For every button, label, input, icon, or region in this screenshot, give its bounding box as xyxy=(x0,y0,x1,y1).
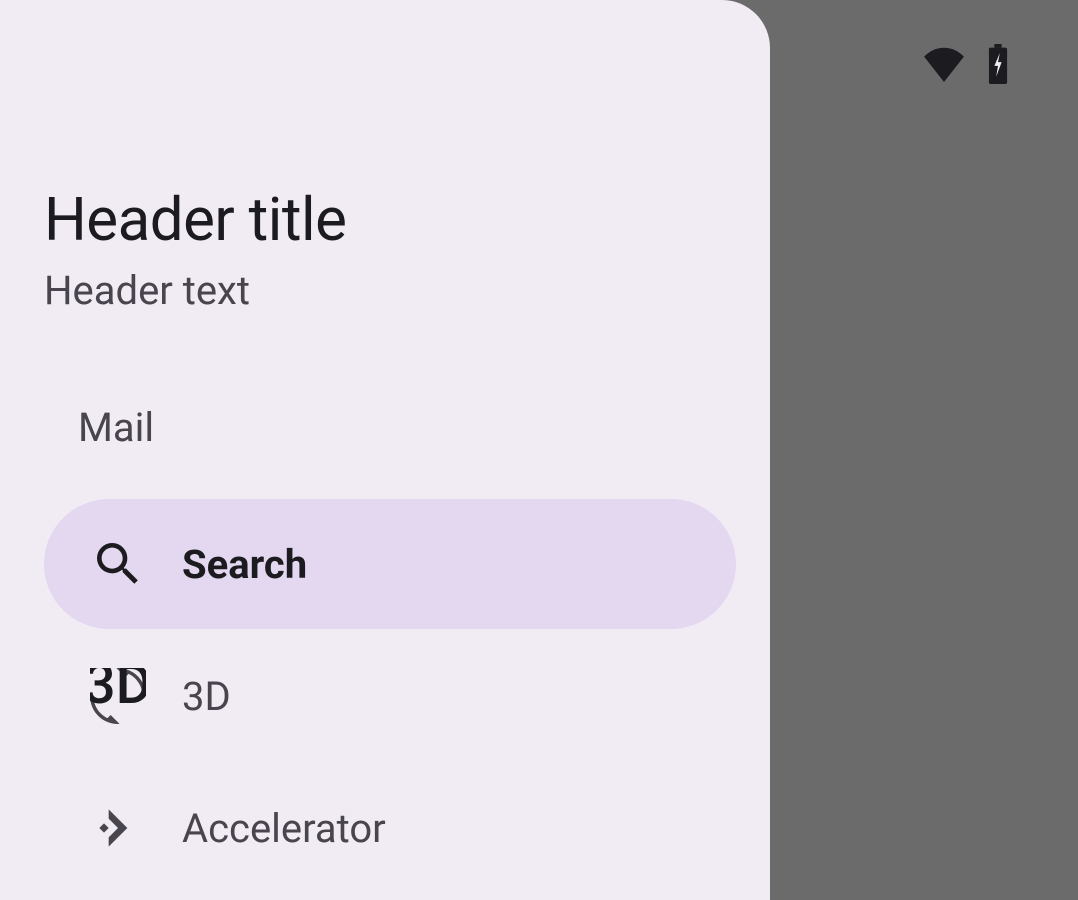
nav-item-label: 3D xyxy=(182,673,231,720)
svg-text:3D: 3D xyxy=(90,668,146,717)
wifi-icon xyxy=(922,46,966,86)
battery-charging-icon xyxy=(986,44,1010,88)
drawer-section: Mail Search 3D xyxy=(44,404,770,893)
scrim-overlay[interactable] xyxy=(770,0,1078,900)
drawer-header-text: Header text xyxy=(44,267,770,314)
nav-item-3d[interactable]: 3D 3D xyxy=(44,631,736,761)
navigation-drawer: Header title Header text Mail Search xyxy=(0,0,770,900)
accelerator-icon xyxy=(84,794,152,862)
drawer-header-title: Header title xyxy=(44,184,770,255)
nav-item-search[interactable]: Search xyxy=(44,499,736,629)
rotation-3d-icon: 3D xyxy=(84,662,152,730)
search-icon xyxy=(84,530,152,598)
nav-item-label: Accelerator xyxy=(182,805,386,852)
nav-item-label: Search xyxy=(182,541,307,588)
nav-list: Search 3D 3D xyxy=(44,499,770,893)
nav-item-accelerator[interactable]: Accelerator xyxy=(44,763,736,893)
status-bar xyxy=(922,44,1010,88)
section-label: Mail xyxy=(44,404,770,451)
